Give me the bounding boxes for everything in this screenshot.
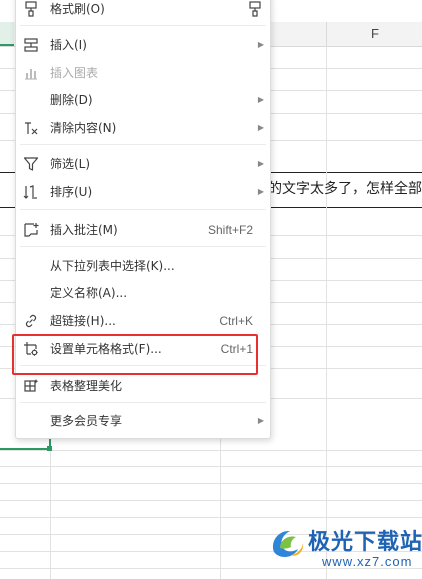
menu-separator (20, 402, 266, 403)
grid-line (0, 466, 422, 467)
menu-separator (20, 144, 266, 145)
grid-line (0, 500, 422, 501)
menu-item-label: 清除内容(N) (50, 121, 117, 135)
row-border (269, 172, 422, 173)
grid-line (220, 438, 221, 579)
row-border (0, 172, 15, 173)
highlight-box (12, 334, 258, 375)
grid-line (0, 517, 422, 518)
menu-item-pick-from-dropdown[interactable]: 从下拉列表中选择(K)... (16, 252, 270, 280)
menu-item-insert-comment[interactable]: 插入批注(M) Shift+F2 (16, 216, 270, 244)
format-painter-side-icon[interactable] (247, 1, 263, 17)
menu-item-label: 格式刷(O) (50, 2, 105, 16)
menu-separator (20, 25, 266, 26)
menu-item-sort[interactable]: 排序(U) ▶ (16, 178, 270, 206)
grid-line (0, 483, 422, 484)
menu-item-format-painter[interactable]: 格式刷(O) (16, 0, 270, 23)
column-header-a[interactable] (0, 22, 14, 46)
watermark-logo-icon (272, 530, 304, 558)
column-header-f[interactable]: F (326, 22, 422, 46)
chart-icon (25, 69, 37, 80)
menu-item-beautify-table[interactable]: 表格整理美化 (16, 372, 270, 400)
menu-separator (20, 246, 266, 247)
grid-line (326, 46, 327, 579)
insert-icon (24, 38, 38, 52)
menu-item-label: 插入批注(M) (50, 223, 118, 237)
beautify-icon (24, 379, 39, 392)
menu-item-hyperlink[interactable]: 超链接(H)... Ctrl+K (16, 307, 270, 335)
watermark-url: www.xz7.com (322, 554, 413, 569)
menu-item-label: 筛选(L) (50, 157, 91, 171)
sort-icon (23, 185, 37, 199)
menu-item-label: 从下拉列表中选择(K)... (50, 259, 175, 273)
row-border (0, 207, 15, 208)
submenu-arrow-icon: ▶ (257, 123, 264, 132)
comment-icon (24, 223, 39, 237)
submenu-arrow-icon: ▶ (257, 40, 264, 49)
eraser-icon (25, 122, 38, 135)
menu-item-insert-chart: 插入图表 (16, 59, 270, 87)
menu-item-label: 插入图表 (50, 66, 99, 80)
menu-item-filter[interactable]: 筛选(L) ▶ (16, 150, 270, 178)
menu-separator (20, 209, 266, 210)
menu-item-insert[interactable]: 插入(I) ▶ (16, 31, 270, 59)
menu-item-label: 更多会员专享 (50, 414, 123, 428)
submenu-arrow-icon: ▶ (257, 95, 264, 104)
menu-item-label: 表格整理美化 (50, 379, 123, 393)
shortcut-label: Ctrl+K (219, 314, 253, 328)
link-icon (25, 314, 37, 328)
menu-item-label: 插入(I) (50, 38, 87, 52)
menu-item-label: 超链接(H)... (50, 314, 116, 328)
cell-text[interactable]: 的文字太多了，怎样全部 (268, 178, 422, 198)
grid-line (0, 450, 422, 451)
watermark-title: 极光下载站 (308, 530, 422, 555)
submenu-arrow-icon: ▶ (257, 159, 264, 168)
fill-handle[interactable] (47, 446, 52, 451)
menu-item-delete[interactable]: 删除(D) ▶ (16, 86, 270, 114)
row-border (269, 207, 422, 208)
menu-item-define-name[interactable]: 定义名称(A)... (16, 279, 270, 307)
submenu-arrow-icon: ▶ (257, 187, 264, 196)
shortcut-label: Shift+F2 (207, 223, 253, 237)
menu-item-label: 定义名称(A)... (50, 286, 128, 300)
format-painter-icon (25, 1, 37, 17)
submenu-arrow-icon: ▶ (257, 416, 264, 425)
menu-item-clear-contents[interactable]: 清除内容(N) ▶ (16, 114, 270, 142)
menu-item-label: 排序(U) (50, 185, 93, 199)
filter-icon (23, 157, 39, 171)
watermark: 极光下载站 www.xz7.com (262, 520, 422, 576)
menu-item-label: 删除(D) (50, 93, 93, 107)
menu-item-more-member[interactable]: 更多会员专享 ▶ (16, 407, 270, 435)
grid-line (50, 438, 51, 579)
